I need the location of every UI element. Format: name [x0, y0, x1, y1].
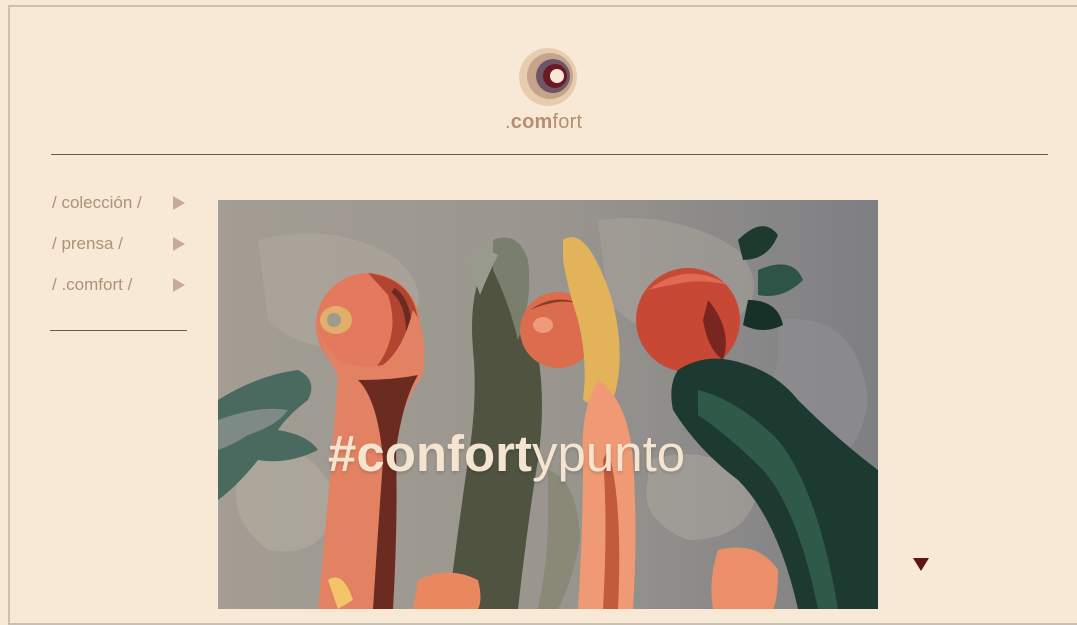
nav-item-coleccion[interactable]: / colección /	[52, 192, 192, 233]
nav-item-comfort[interactable]: / .comfort /	[52, 274, 192, 315]
nav-item-prensa[interactable]: / prensa /	[52, 233, 192, 274]
play-arrow-icon[interactable]	[173, 237, 185, 251]
hero-image: #confortypunto	[218, 200, 878, 609]
hero-hashtag: #confortypunto	[328, 425, 686, 482]
play-arrow-icon[interactable]	[173, 278, 185, 292]
hands-with-fruit-illustration	[218, 200, 878, 609]
nav-item-label: / prensa /	[52, 234, 123, 253]
logo-wordmark[interactable]: .comfort	[505, 111, 582, 134]
nav-item-label: / colección /	[52, 193, 142, 212]
sidebar-nav: / colección / / prensa / / .comfort /	[52, 192, 192, 315]
play-arrow-icon[interactable]	[173, 196, 185, 210]
down-triangle-icon[interactable]	[913, 558, 929, 571]
comfort-logo-icon[interactable]	[518, 47, 578, 107]
header-divider	[51, 154, 1048, 155]
nav-divider	[50, 330, 187, 331]
nav-item-label: / .comfort /	[52, 275, 133, 294]
